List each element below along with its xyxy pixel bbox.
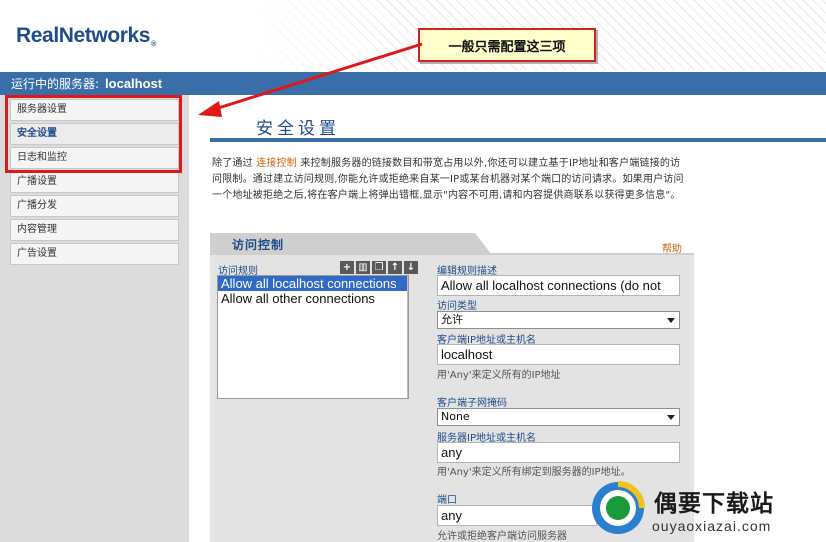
chevron-down-icon xyxy=(667,415,675,420)
rule-item[interactable]: Allow all other connections xyxy=(218,291,408,306)
subnet-mask-label: 客户端子网掩码 xyxy=(437,398,507,409)
server-label: 运行中的服务器: xyxy=(11,77,100,91)
subnet-mask-select[interactable]: None xyxy=(437,408,680,426)
server-bar: 运行中的服务器: localhost xyxy=(0,72,826,95)
sidebar-item-ads[interactable]: 广告设置 xyxy=(10,243,179,265)
annotation-callout: 一般只需配置这三项 xyxy=(418,28,596,62)
watermark-logo-icon xyxy=(592,481,645,534)
callout-text: 一般只需配置这三项 xyxy=(448,39,566,55)
connection-control-link[interactable]: 连接控制 xyxy=(256,158,297,169)
server-ip-input[interactable]: any xyxy=(437,442,680,463)
rules-list[interactable]: Allow all localhost connections Allow al… xyxy=(217,275,409,399)
list-scrollbar[interactable] xyxy=(407,276,408,398)
port-hint: 允许或拒绝客户端访问服务器 xyxy=(437,531,567,542)
title-rule xyxy=(210,138,826,142)
port-input[interactable]: any xyxy=(437,505,597,526)
watermark-text: 偶要下载站 xyxy=(654,491,774,517)
client-ip-hint: 用'Any'来定义所有的IP地址 xyxy=(437,370,561,381)
access-type-select[interactable]: 允许 xyxy=(437,311,680,329)
intro-pre: 除了通过 xyxy=(212,158,257,169)
client-ip-input[interactable]: localhost xyxy=(437,344,680,365)
access-type-label: 访问类型 xyxy=(437,301,477,312)
server-host: localhost xyxy=(105,76,163,91)
sidebar-item-broadcast[interactable]: 广播设置 xyxy=(10,171,179,193)
access-type-value: 允许 xyxy=(441,313,463,326)
panel-title: 访问控制 xyxy=(232,238,285,252)
help-link[interactable]: 帮助 xyxy=(662,240,682,255)
intro-text: 除了通过 连接控制 来控制服务器的链接数目和带宽占用以外,你还可以建立基于IP地… xyxy=(212,156,686,204)
page-title: 安全设置 xyxy=(256,119,340,139)
server-ip-hint: 用'Any'来定义所有绑定到服务器的IP地址。 xyxy=(437,467,631,478)
port-label: 端口 xyxy=(437,495,457,506)
delete-rule-button[interactable]: ▥ xyxy=(356,261,370,274)
site-watermark: 偶要下载站 ouyaoxiazai.com xyxy=(584,478,826,542)
chevron-down-icon xyxy=(667,318,675,323)
add-rule-button[interactable]: + xyxy=(340,261,354,274)
rule-item[interactable]: Allow all localhost connections xyxy=(218,276,408,291)
rule-description-input[interactable]: Allow all localhost connections (do not xyxy=(437,275,680,296)
watermark-url: ouyaoxiazai.com xyxy=(652,518,772,534)
rules-toolbar: + ▥ ❐ ↑ ↓ xyxy=(340,261,418,274)
header-stripes-fade xyxy=(240,0,400,70)
subnet-mask-value: None xyxy=(441,410,470,423)
arrow-head xyxy=(198,101,222,117)
registered-mark: ® xyxy=(151,41,156,48)
highlight-box xyxy=(5,95,182,173)
move-up-button[interactable]: ↑ xyxy=(388,261,402,274)
sidebar-item-content[interactable]: 内容管理 xyxy=(10,219,179,241)
move-down-button[interactable]: ↓ xyxy=(404,261,418,274)
sidebar-item-distribution[interactable]: 广播分发 xyxy=(10,195,179,217)
logo-text: RealNetworks xyxy=(16,24,151,47)
copy-rule-button[interactable]: ❐ xyxy=(372,261,386,274)
realnetworks-logo: RealNetworks® xyxy=(16,24,156,48)
